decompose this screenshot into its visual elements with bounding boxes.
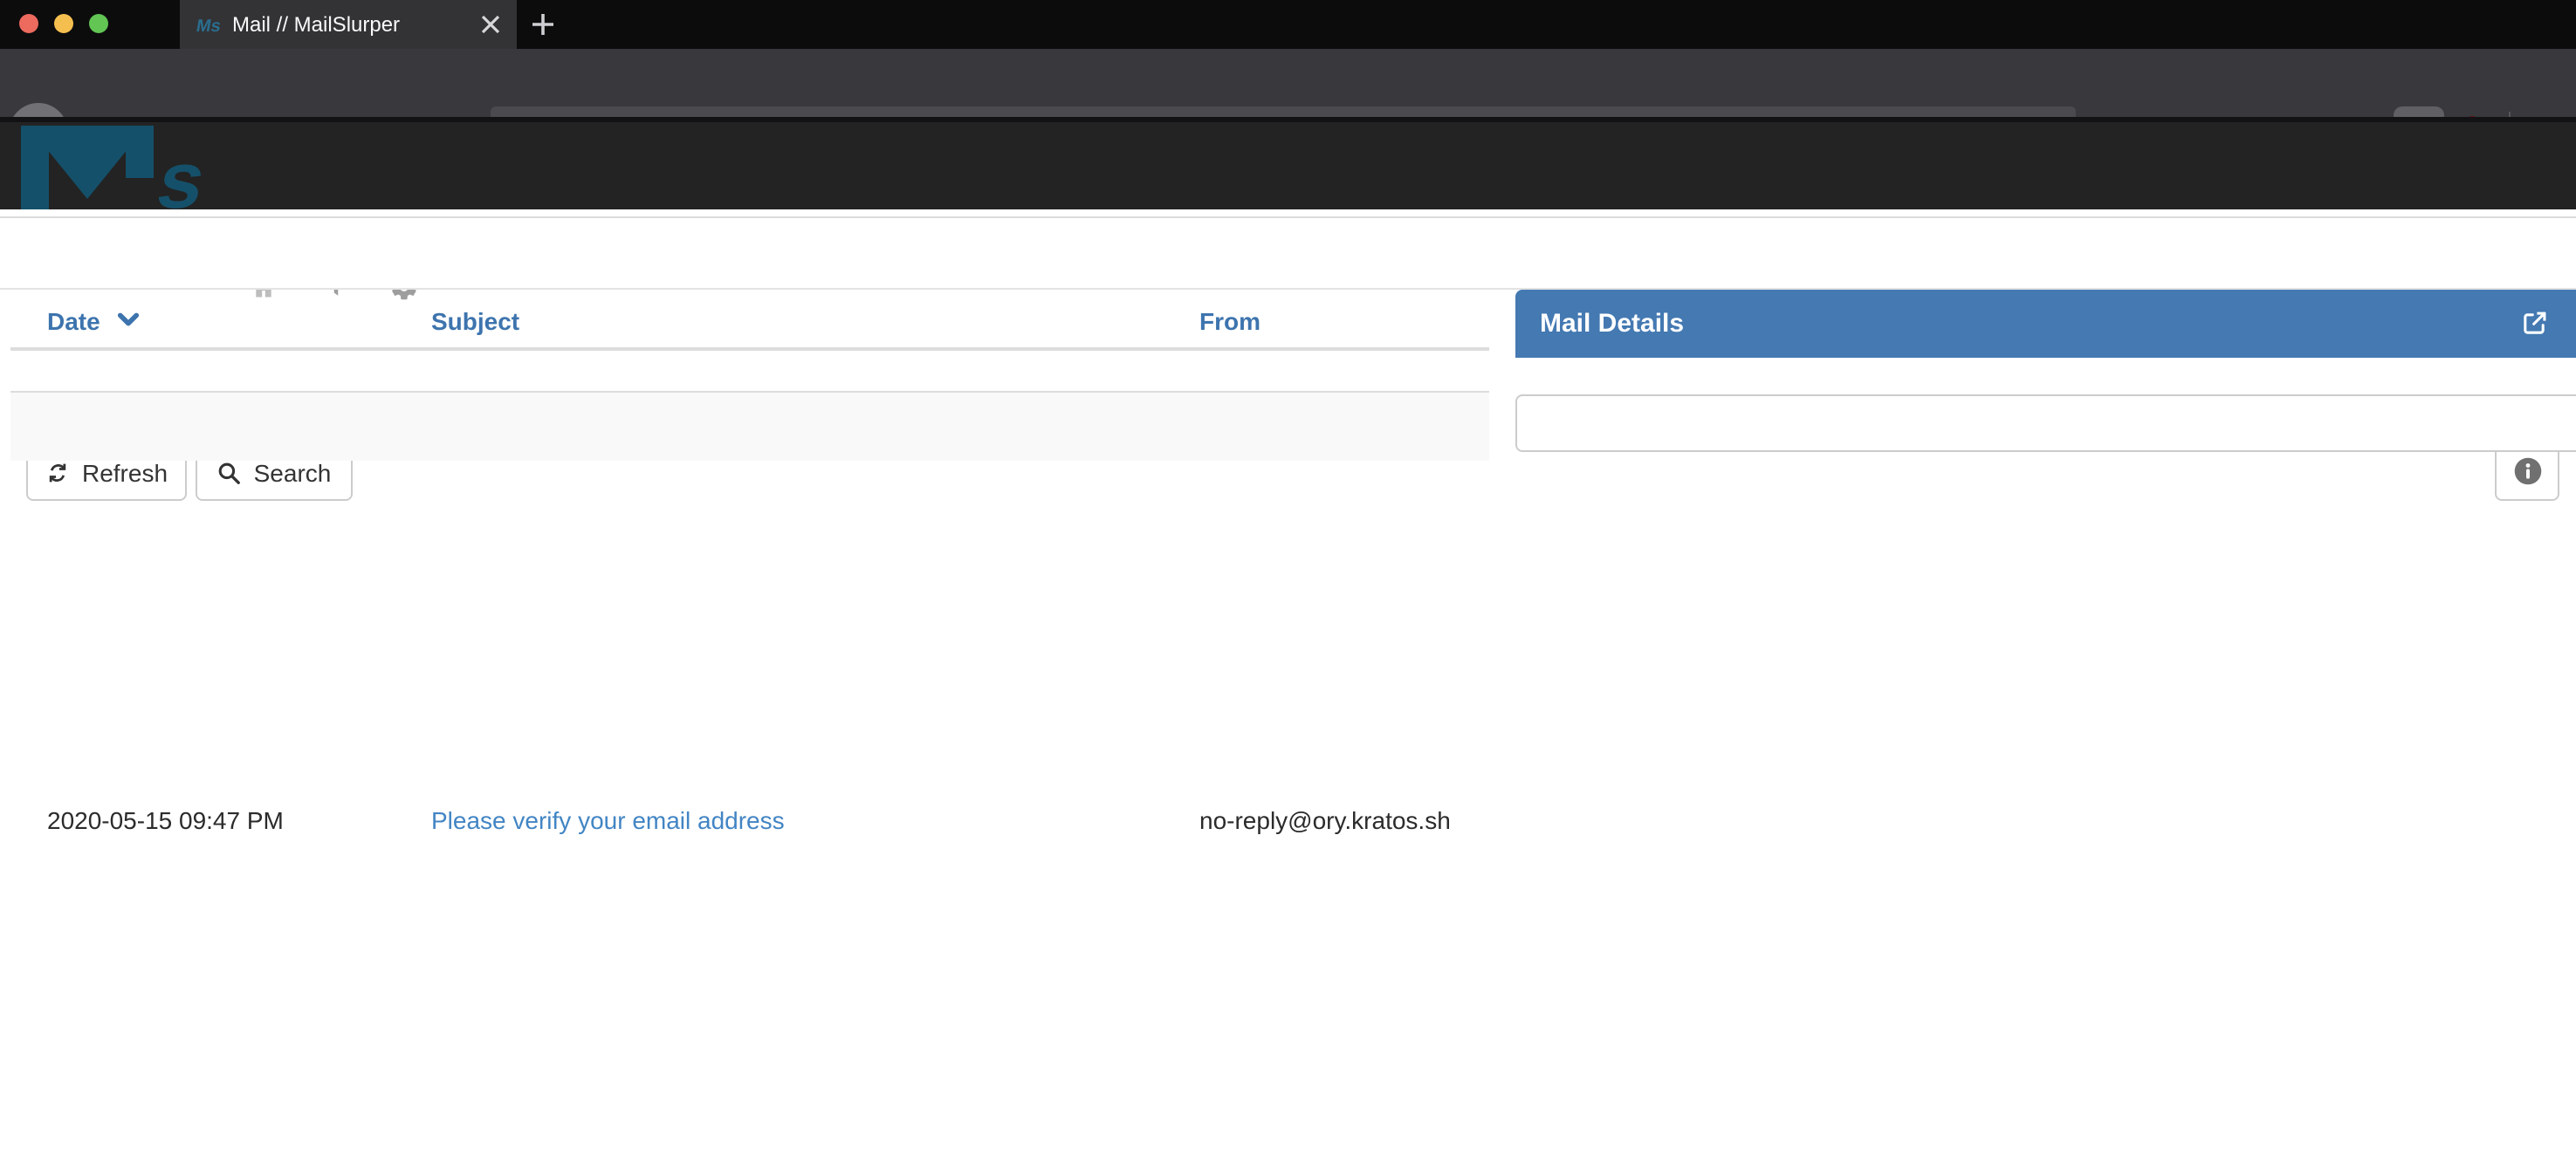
logo-s-text: s [150,135,203,209]
open-external-icon[interactable] [2519,309,2549,339]
app-nav: s [0,122,2576,209]
table-row[interactable]: 2020-05-15 09:47 PM Please verify your e… [10,393,1489,461]
mailslurper-favicon: Ms [194,10,222,38]
mail-details-header: Mail Details [1515,290,2576,358]
column-header-date[interactable]: Date [47,307,141,335]
sort-descending-icon [118,311,141,328]
table-empty-row [10,351,1489,393]
mail-date-cell: 2020-05-15 09:47 PM [47,806,284,834]
favicon-text: Ms [195,17,222,36]
tab-title: Mail // MailSlurper [232,12,480,37]
action-bar: Refresh Search [0,216,2576,290]
refresh-button-label: Refresh [82,458,168,486]
browser-toolbar: 127.0.0.1:4436 [0,49,2576,117]
new-tab-button[interactable] [529,10,557,38]
column-header-subject[interactable]: Subject [431,307,519,335]
browser-window: Ms Mail // MailSlurper [0,0,2576,1157]
window-close-button[interactable] [19,14,38,33]
window-zoom-button[interactable] [89,14,108,33]
info-icon [2511,455,2543,487]
tab-bar: Ms Mail // MailSlurper [0,0,2576,49]
search-icon [217,460,242,484]
mail-subject-link[interactable]: Please verify your email address [431,806,785,834]
column-header-date-label: Date [47,307,100,335]
tab-close-icon[interactable] [480,14,501,35]
mail-details-body [1515,394,2576,452]
window-minimize-button[interactable] [54,14,73,33]
mail-details-title: Mail Details [1540,309,2519,339]
mail-from-cell: no-reply@ory.kratos.sh [1199,806,1451,834]
tab-mailslurper[interactable]: Ms Mail // MailSlurper [180,0,517,49]
search-button-label: Search [254,458,332,486]
refresh-icon [45,460,70,484]
column-header-from[interactable]: From [1199,307,1261,335]
mailslurper-logo: s [21,122,203,209]
